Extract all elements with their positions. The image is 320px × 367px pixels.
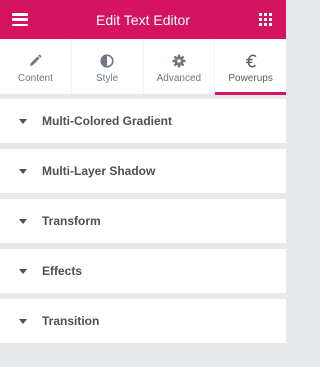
section-effects[interactable]: Effects: [0, 249, 286, 293]
tab-advanced[interactable]: Advanced: [143, 39, 216, 94]
tab-content[interactable]: Content: [0, 39, 72, 94]
grid-icon[interactable]: [259, 13, 272, 26]
caret-down-icon: [19, 168, 27, 174]
panel-tabs: Content Style Advanced Powerups: [0, 39, 286, 95]
section-label: Multi-Layer Shadow: [42, 164, 156, 178]
caret-down-icon: [19, 118, 27, 124]
caret-down-icon: [19, 218, 27, 224]
section-transition[interactable]: Transition: [0, 299, 286, 343]
tab-label: Powerups: [228, 73, 273, 84]
tab-label: Style: [96, 73, 119, 84]
half-circle-icon: [99, 53, 115, 69]
tab-label: Advanced: [156, 73, 202, 84]
tab-label: Content: [17, 73, 53, 84]
gear-icon: [171, 53, 187, 69]
panel-header: Edit Text Editor: [0, 0, 286, 39]
section-label: Effects: [42, 264, 83, 278]
section-label: Transition: [42, 314, 100, 328]
section-multi-colored-gradient[interactable]: Multi-Colored Gradient: [0, 99, 286, 143]
tab-powerups[interactable]: Powerups: [215, 39, 286, 95]
section-label: Transform: [42, 214, 101, 228]
pencil-icon: [27, 53, 43, 69]
section-label: Multi-Colored Gradient: [42, 114, 172, 128]
tab-style[interactable]: Style: [71, 39, 144, 94]
caret-down-icon: [19, 318, 27, 324]
section-transform[interactable]: Transform: [0, 199, 286, 243]
panel-title: Edit Text Editor: [96, 11, 190, 28]
section-list: Multi-Colored Gradient Multi-Layer Shado…: [0, 99, 286, 349]
euro-icon: [243, 53, 259, 69]
caret-down-icon: [19, 268, 27, 274]
hamburger-icon[interactable]: [12, 13, 28, 26]
section-multi-layer-shadow[interactable]: Multi-Layer Shadow: [0, 149, 286, 193]
